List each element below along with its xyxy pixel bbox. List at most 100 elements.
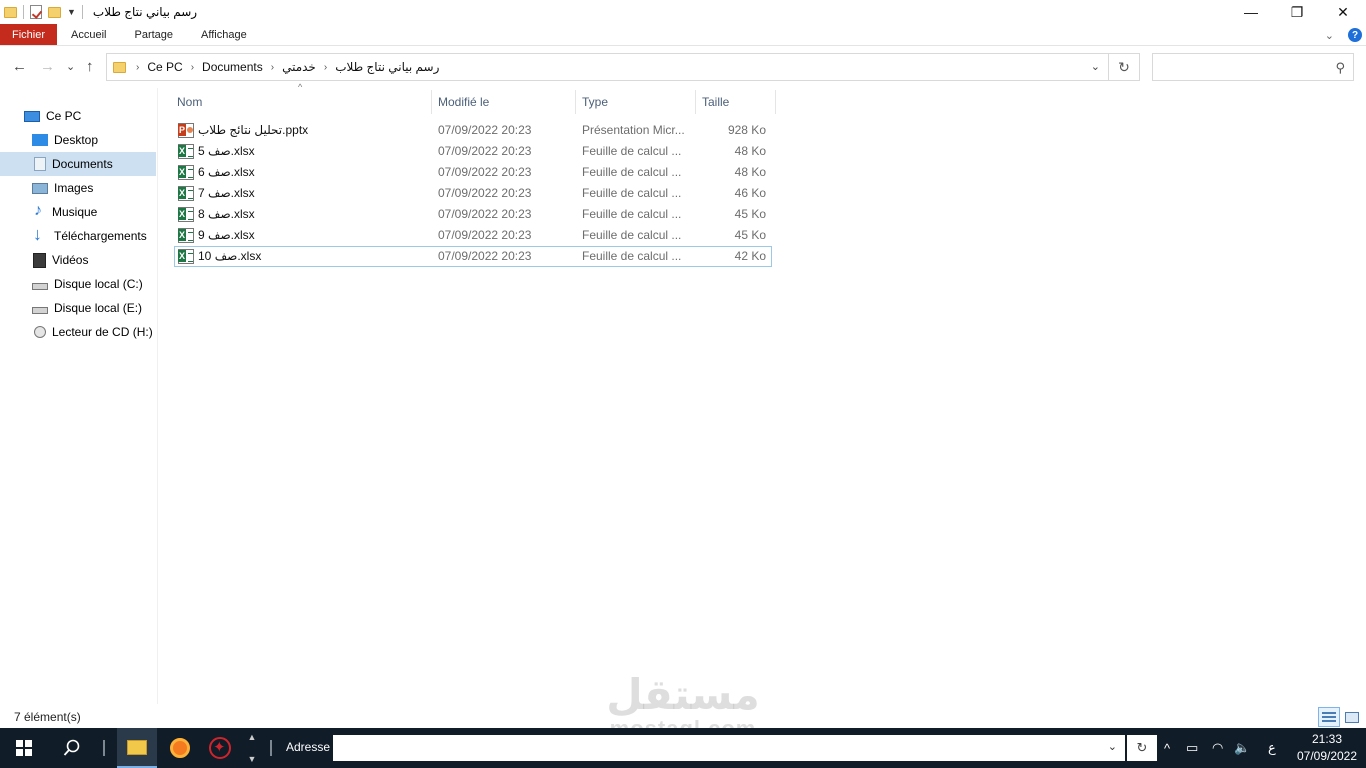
help-icon[interactable]: ? bbox=[1348, 28, 1362, 42]
search-icon bbox=[63, 739, 80, 756]
tab-home[interactable]: Accueil bbox=[57, 24, 120, 45]
breadcrumb-separator[interactable]: › bbox=[271, 62, 274, 73]
sidebar-item-downloads[interactable]: Téléchargements bbox=[0, 224, 156, 248]
sidebar-item-cd-drive[interactable]: Lecteur de CD (H:) bbox=[0, 320, 156, 344]
close-button[interactable]: ✕ bbox=[1320, 0, 1366, 24]
column-header-name[interactable]: Nom bbox=[171, 88, 431, 116]
chevron-up-icon: ^ bbox=[1164, 740, 1171, 756]
file-type: Feuille de calcul ... bbox=[582, 165, 682, 179]
details-view-icon bbox=[1322, 712, 1336, 722]
breadcrumb-current-folder[interactable]: رسم بياني نتاج طلاب bbox=[335, 60, 439, 74]
input-language-button[interactable]: ع bbox=[1268, 728, 1276, 768]
table-row[interactable]: صف 10.xlsx 07/09/2022 20:23 Feuille de c… bbox=[174, 246, 772, 267]
file-modified: 07/09/2022 20:23 bbox=[438, 144, 532, 158]
sidebar-item-documents[interactable]: Documents bbox=[0, 152, 156, 176]
file-modified: 07/09/2022 20:23 bbox=[438, 207, 532, 221]
address-dropdown-icon[interactable]: ⌄ bbox=[1091, 60, 1100, 73]
column-header-modified[interactable]: Modifié le bbox=[432, 88, 575, 116]
address-bar[interactable]: › Ce PC › Documents › خدمتي › رسم بياني … bbox=[106, 53, 1109, 81]
breadcrumb-documents[interactable]: Documents bbox=[202, 60, 263, 74]
file-type: Feuille de calcul ... bbox=[582, 207, 682, 221]
sidebar-item-desktop[interactable]: Desktop bbox=[0, 128, 156, 152]
customize-toolbar-icon[interactable]: ▼ bbox=[67, 7, 76, 17]
breadcrumb-separator[interactable]: › bbox=[191, 62, 194, 73]
file-explorer-button[interactable] bbox=[117, 728, 157, 768]
navigation-pane: Ce PC Desktop Documents Images Musique T… bbox=[0, 88, 158, 704]
network-button[interactable]: ◠ bbox=[1212, 728, 1223, 768]
file-explorer-icon bbox=[127, 739, 147, 755]
sidebar-item-images[interactable]: Images bbox=[0, 176, 156, 200]
file-type: Présentation Micr... bbox=[582, 123, 685, 137]
navigation-bar: ← → ⌄ ↑ › Ce PC › Documents › خدمتي › رس… bbox=[0, 50, 1366, 84]
tab-share[interactable]: Partage bbox=[120, 24, 187, 45]
sidebar-item-this-pc[interactable]: Ce PC bbox=[0, 104, 156, 128]
recent-locations-button[interactable]: ⌄ bbox=[66, 60, 75, 73]
scroll-down-icon[interactable]: ▼ bbox=[248, 754, 257, 764]
battery-button[interactable]: ▭ bbox=[1186, 728, 1198, 768]
address-toolbar-label: Adresse bbox=[286, 740, 331, 754]
clock-date: 07/09/2022 bbox=[1296, 749, 1358, 763]
forward-button[interactable]: → bbox=[40, 58, 55, 75]
address-toolbar-refresh-button[interactable]: ↻ bbox=[1127, 735, 1157, 761]
back-button[interactable]: ← bbox=[12, 58, 27, 75]
battery-icon: ▭ bbox=[1186, 740, 1199, 755]
ribbon-tabs: Fichier Accueil Partage Affichage ⌄ ? bbox=[0, 24, 1366, 46]
scroll-up-icon[interactable]: ▲ bbox=[248, 732, 257, 742]
breadcrumb-separator[interactable]: › bbox=[324, 62, 327, 73]
minimize-button[interactable]: — bbox=[1228, 0, 1274, 24]
start-button[interactable] bbox=[0, 728, 48, 768]
excel-icon bbox=[178, 144, 194, 159]
clock-time: 21:33 bbox=[1311, 732, 1343, 746]
table-row[interactable]: صف 5.xlsx 07/09/2022 20:23 Feuille de ca… bbox=[174, 141, 772, 162]
breadcrumb-this-pc[interactable]: Ce PC bbox=[147, 60, 182, 74]
table-row[interactable]: صف 6.xlsx 07/09/2022 20:23 Feuille de ca… bbox=[174, 162, 772, 183]
up-button[interactable]: ↑ bbox=[86, 58, 94, 75]
file-name: تحليل نتائج طلاب.pptx bbox=[198, 123, 309, 137]
column-header-size[interactable]: Taille bbox=[696, 88, 775, 116]
search-button[interactable] bbox=[48, 728, 96, 768]
sidebar-item-videos[interactable]: Vidéos bbox=[0, 248, 156, 272]
maximize-button[interactable]: ❐ bbox=[1274, 0, 1320, 24]
clock[interactable]: 21:33 07/09/2022 bbox=[1288, 731, 1366, 765]
brave-browser-button[interactable] bbox=[160, 728, 200, 768]
search-input[interactable]: ⚲ bbox=[1152, 53, 1354, 81]
sidebar-item-music[interactable]: Musique bbox=[0, 200, 156, 224]
properties-icon[interactable] bbox=[30, 5, 42, 19]
table-row[interactable]: صف 7.xlsx 07/09/2022 20:23 Feuille de ca… bbox=[174, 183, 772, 204]
large-icons-view-button[interactable] bbox=[1341, 707, 1363, 727]
refresh-button[interactable]: ↻ bbox=[1109, 53, 1140, 81]
table-row[interactable]: صف 8.xlsx 07/09/2022 20:23 Feuille de ca… bbox=[174, 204, 772, 225]
column-header-type[interactable]: Type bbox=[576, 88, 695, 116]
file-size: 48 Ko bbox=[734, 165, 766, 179]
show-hidden-icons-button[interactable]: ^ bbox=[1164, 728, 1170, 768]
search-icon[interactable]: ⚲ bbox=[1335, 60, 1345, 76]
toolbar-scroll[interactable]: ▲ ▼ bbox=[246, 728, 258, 768]
address-toolbar-input[interactable]: ⌄ bbox=[333, 735, 1125, 761]
file-type: Feuille de calcul ... bbox=[582, 144, 682, 158]
tab-file[interactable]: Fichier bbox=[0, 24, 58, 45]
file-size: 45 Ko bbox=[734, 207, 766, 221]
volume-button[interactable]: 🔈 bbox=[1234, 728, 1250, 768]
sidebar-item-label: Ce PC bbox=[46, 109, 82, 123]
column-divider[interactable] bbox=[775, 90, 776, 114]
breadcrumb-khidmati[interactable]: خدمتي bbox=[282, 60, 316, 74]
sidebar-item-label: Disque local (C:) bbox=[54, 277, 143, 291]
sidebar-item-drive-e[interactable]: Disque local (E:) bbox=[0, 296, 156, 320]
window-controls: — ❐ ✕ bbox=[1228, 0, 1366, 24]
taskbar-divider[interactable] bbox=[270, 740, 272, 756]
brave-browser-icon bbox=[170, 738, 190, 758]
file-type: Feuille de calcul ... bbox=[582, 249, 682, 263]
table-row[interactable]: تحليل نتائج طلاب.pptx 07/09/2022 20:23 P… bbox=[174, 120, 772, 141]
sidebar-item-drive-c[interactable]: Disque local (C:) bbox=[0, 272, 156, 296]
expand-ribbon-icon[interactable]: ⌄ bbox=[1325, 29, 1334, 42]
tab-view[interactable]: Affichage bbox=[187, 24, 261, 45]
file-size: 46 Ko bbox=[734, 186, 766, 200]
powerpoint-icon bbox=[178, 123, 194, 138]
breadcrumb-separator: › bbox=[136, 61, 140, 73]
table-row[interactable]: صف 9.xlsx 07/09/2022 20:23 Feuille de ca… bbox=[174, 225, 772, 246]
cd-drive-icon bbox=[34, 326, 46, 338]
chevron-down-icon[interactable]: ⌄ bbox=[1108, 740, 1117, 753]
new-folder-icon[interactable] bbox=[48, 6, 61, 18]
game-app-button[interactable] bbox=[200, 728, 240, 768]
details-view-button[interactable] bbox=[1318, 707, 1340, 727]
